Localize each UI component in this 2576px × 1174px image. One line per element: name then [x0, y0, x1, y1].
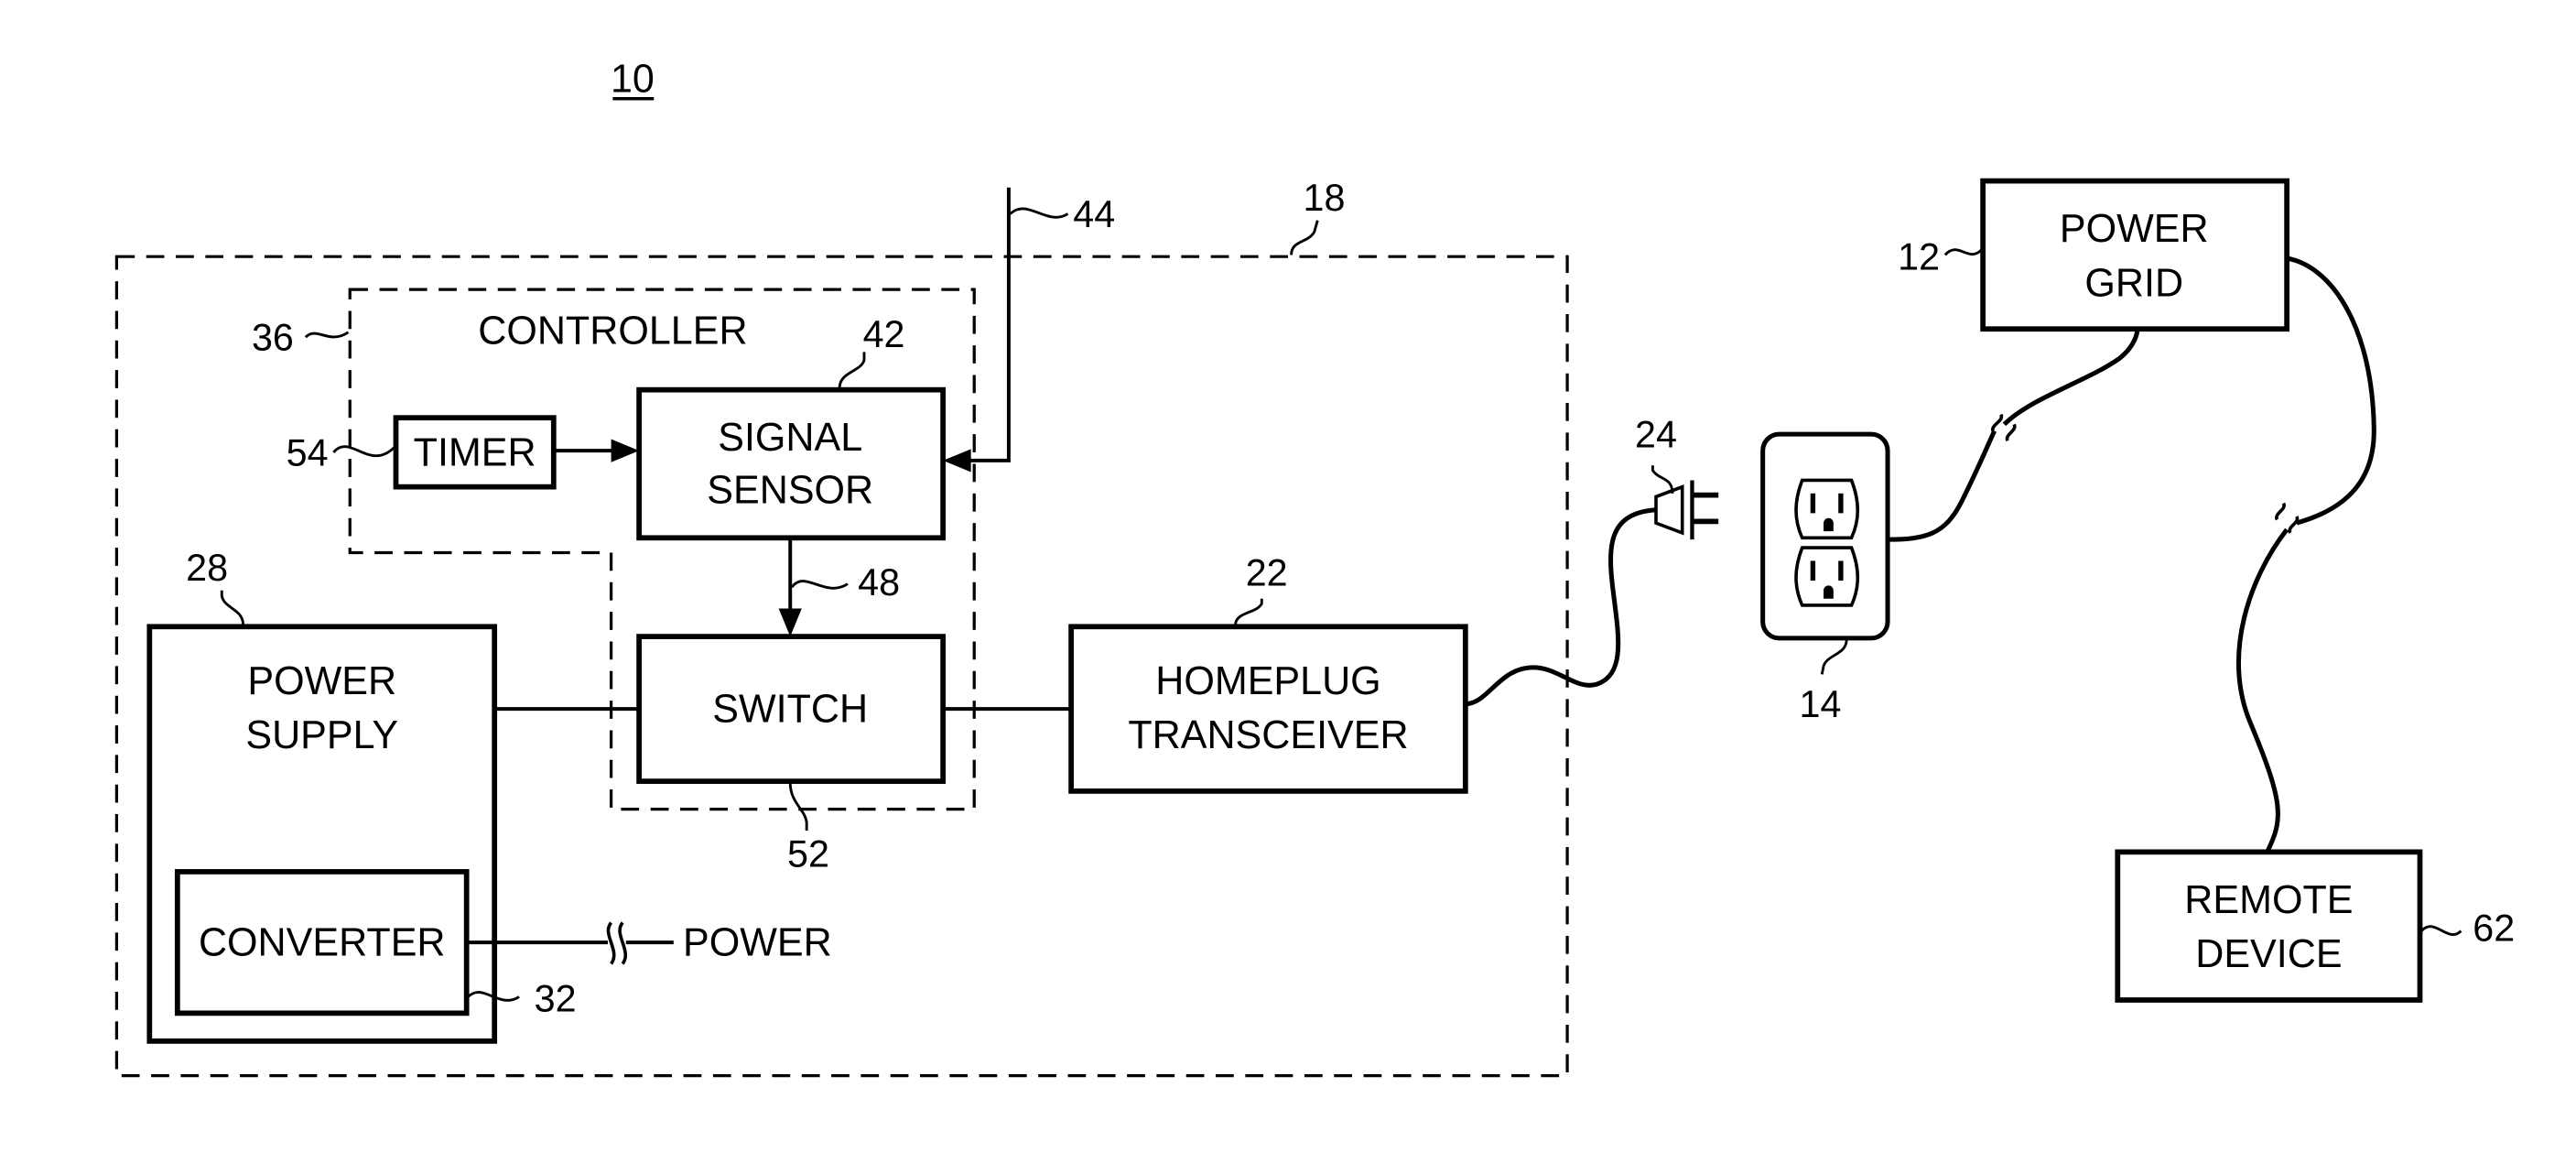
timer-ref: 54 — [287, 431, 329, 473]
outlet-to-grid-cord-upper — [2002, 329, 2140, 427]
switch-label: SWITCH — [712, 687, 868, 731]
remote-device-ref-leader — [2420, 925, 2462, 936]
remote-device-box[interactable] — [2115, 849, 2423, 1003]
power-input-label: POWER — [683, 920, 832, 964]
controller-ref-leader — [304, 331, 350, 339]
power-grid-block[interactable]: POWER GRID — [1980, 178, 2290, 332]
homeplug-cord — [1465, 507, 1657, 707]
input-signal-ref: 44 — [1073, 193, 1115, 235]
outlet-icon[interactable] — [1760, 431, 1890, 641]
timer-label: TIMER — [414, 430, 536, 474]
signal-sensor-label-line1: SIGNAL — [718, 416, 862, 460]
signal-sensor-ref: 42 — [863, 313, 905, 355]
power-grid-label-line1: POWER — [2060, 207, 2209, 251]
patent-figure: 10 18 CONTROLLER 36 TIMER 54 SIGNAL SENS… — [0, 0, 2576, 1169]
plug-body — [1654, 484, 1684, 536]
remote-device-label-line1: REMOTE — [2184, 878, 2353, 922]
grid-cord-break-1 — [1991, 413, 2004, 432]
homeplug-transceiver-box[interactable] — [1068, 624, 1468, 794]
plug-ref-leader — [1651, 465, 1674, 494]
input-signal-arrowhead — [943, 449, 971, 473]
switch-ref-leader — [788, 782, 808, 832]
timer-to-sensor-arrowhead — [611, 439, 640, 462]
signal-sensor-block[interactable]: SIGNAL SENSOR — [636, 386, 946, 541]
power-grid-ref-leader — [1943, 248, 1983, 256]
remote-device-block[interactable]: REMOTE DEVICE — [2115, 849, 2423, 1003]
plug-ref: 24 — [1635, 414, 1677, 456]
power-supply-label-line2: SUPPLY — [245, 713, 398, 757]
sensor-to-switch-arrowhead — [778, 608, 802, 637]
converter-block[interactable]: CONVERTER — [174, 869, 470, 1016]
outlet-top-ground — [1824, 517, 1834, 532]
controller-ref: 36 — [252, 317, 294, 359]
figure-number: 10 — [611, 58, 655, 102]
power-grid-ref: 12 — [1898, 236, 1940, 278]
power-supply-ref: 28 — [186, 547, 228, 589]
device-ref-leader — [1290, 220, 1319, 255]
power-supply-ref-leader — [220, 590, 245, 625]
grid-to-remote-cord-lower — [2236, 527, 2289, 853]
switch-ref: 52 — [787, 833, 829, 875]
controller-label: CONTROLLER — [478, 309, 747, 353]
input-signal-line — [966, 187, 1011, 462]
input-signal-ref-leader — [1009, 207, 1069, 219]
remote-device-label-line2: DEVICE — [2195, 932, 2342, 976]
sensor-to-switch-ref-leader — [790, 580, 849, 590]
timer-block[interactable]: TIMER — [393, 415, 557, 490]
outlet-ref-leader — [1820, 639, 1848, 675]
converter-label: CONVERTER — [199, 920, 446, 964]
grid-to-remote-cord-upper — [2286, 255, 2376, 526]
sensor-to-switch-ref: 48 — [858, 561, 900, 603]
remote-cord-break-2 — [2288, 516, 2300, 534]
homeplug-transceiver-block[interactable]: HOMEPLUG TRANSCEIVER — [1068, 624, 1468, 794]
system-diagram: 10 18 CONTROLLER 36 TIMER 54 SIGNAL SENS… — [114, 58, 2515, 1078]
power-grid-box[interactable] — [1980, 178, 2290, 332]
signal-sensor-label-line2: SENSOR — [707, 469, 873, 513]
power-grid-label-line2: GRID — [2084, 261, 2183, 305]
figure-number-text: 10 — [611, 58, 655, 102]
plug-icon[interactable] — [1654, 480, 1719, 540]
outlet-ref: 14 — [1800, 683, 1842, 725]
signal-sensor-ref-leader — [838, 352, 866, 389]
homeplug-label-line1: HOMEPLUG — [1155, 659, 1380, 703]
converter-ref: 32 — [535, 978, 577, 1020]
power-supply-label-line1: POWER — [247, 659, 396, 703]
remote-device-ref: 62 — [2473, 907, 2515, 949]
device-ref: 18 — [1304, 177, 1346, 219]
homeplug-ref: 22 — [1246, 551, 1288, 593]
homeplug-ref-leader — [1234, 598, 1263, 625]
outlet-bottom-slot-left — [1810, 560, 1816, 582]
timer-ref-leader — [332, 445, 395, 458]
outlet-bottom-ground — [1824, 585, 1834, 599]
outlet-top-slot-right — [1838, 493, 1844, 514]
grid-cord-break-2 — [2005, 423, 2017, 442]
outlet-bottom-slot-right — [1838, 560, 1844, 582]
power-break-mark-1 — [606, 921, 616, 965]
signal-sensor-box[interactable] — [636, 386, 946, 541]
remote-cord-break-1 — [2275, 502, 2286, 521]
switch-block[interactable]: SWITCH — [636, 634, 946, 785]
outlet-to-grid-cord-lower — [1888, 429, 1997, 542]
homeplug-label-line2: TRANSCEIVER — [1128, 713, 1408, 757]
outlet-top-slot-left — [1810, 493, 1816, 514]
power-break-mark-2 — [618, 921, 627, 965]
